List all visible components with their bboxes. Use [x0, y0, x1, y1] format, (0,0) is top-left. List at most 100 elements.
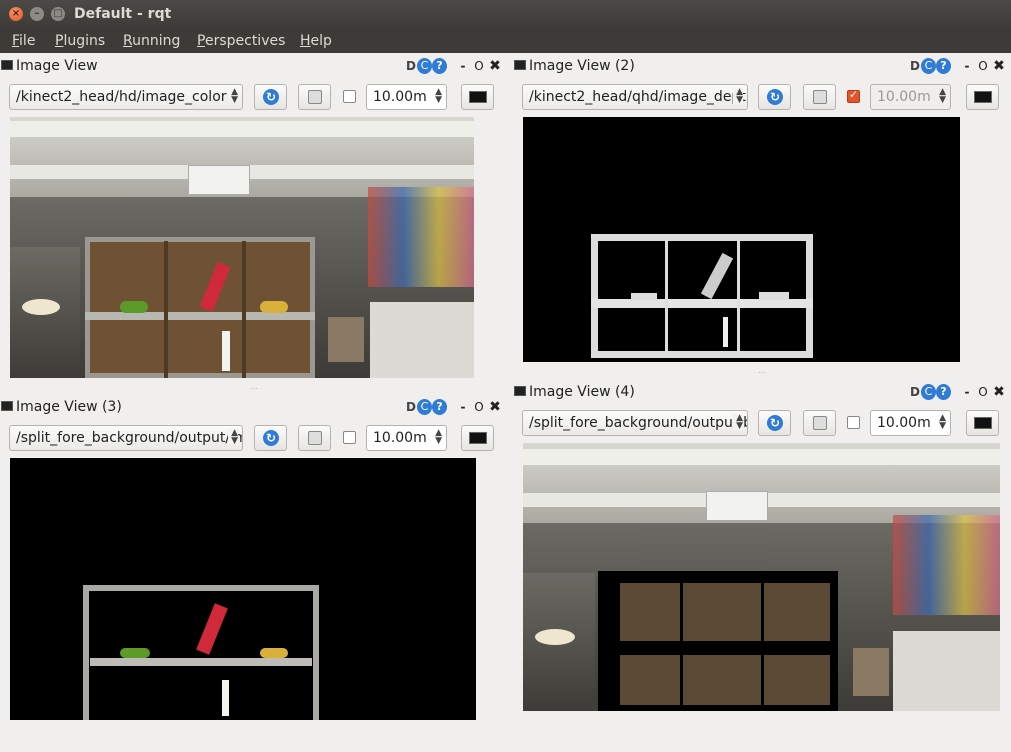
image-view-pane-4: Image View (4) D C ? - O ✖ /split_fore_b… [513, 380, 1011, 720]
topic-select[interactable]: /split_fore_background/output/image ▲▼ [9, 425, 243, 451]
menu-running[interactable]: Running [123, 33, 180, 49]
window-minimize-button[interactable]: – [30, 7, 44, 21]
shelf-divider-image [665, 241, 668, 354]
round-table-image [535, 629, 575, 645]
menu-perspectives[interactable]: Perspectives [197, 33, 285, 49]
refresh-topics-button[interactable]: ↻ [758, 84, 791, 110]
help-icon[interactable]: ? [432, 58, 447, 74]
reload-icon[interactable]: C [417, 58, 432, 74]
minimize-pane-button[interactable]: - [962, 58, 972, 74]
menu-help[interactable]: Help [300, 33, 332, 49]
menu-plugins[interactable]: Plugins [55, 33, 105, 49]
help-icon[interactable]: ? [936, 384, 951, 400]
shelf-board-image [90, 658, 312, 666]
color-scheme-button[interactable] [966, 410, 999, 436]
shelf-divider-image [164, 241, 168, 378]
save-icon [813, 90, 827, 104]
menu-file[interactable]: File [12, 33, 35, 49]
pane-window-icon [514, 60, 526, 70]
menu-perspectives-label: erspectives [204, 33, 286, 49]
menu-running-mnemonic: R [123, 33, 133, 49]
pane-header: Image View D C ? - O ✖ [0, 54, 510, 78]
refresh-icon: ↻ [767, 415, 783, 431]
color-scheme-button[interactable] [461, 84, 494, 110]
pane-title: Image View [16, 58, 98, 74]
window-close-button[interactable]: × [9, 7, 23, 21]
float-pane-button[interactable]: O [473, 399, 485, 415]
vertical-splitter-handle[interactable]: ⋯ [758, 368, 766, 377]
float-pane-button[interactable]: O [473, 58, 485, 74]
max-depth-spinbox[interactable]: 10.00m ▲ ▼ [366, 425, 447, 451]
max-depth-value: 10.00m [373, 89, 427, 105]
menu-perspectives-mnemonic: P [197, 33, 205, 49]
white-bottle-image [222, 331, 230, 371]
refresh-topics-button[interactable]: ↻ [254, 84, 287, 110]
detach-button[interactable]: D [908, 58, 922, 74]
close-pane-icon[interactable]: ✖ [992, 384, 1006, 400]
detach-button[interactable]: D [404, 399, 418, 415]
color-scheme-button[interactable] [461, 425, 494, 451]
close-pane-icon[interactable]: ✖ [992, 58, 1006, 74]
yellow-object-image [260, 301, 288, 313]
bookshelf-image [893, 515, 1000, 615]
green-object-image [120, 301, 148, 313]
color-scheme-button[interactable] [966, 84, 999, 110]
desk-image [370, 302, 474, 378]
bookshelf-image [368, 187, 474, 287]
max-depth-value: 10.00m [877, 415, 931, 431]
pane-window-icon [514, 386, 526, 396]
reload-icon[interactable]: C [921, 58, 936, 74]
refresh-topics-button[interactable]: ↻ [758, 410, 791, 436]
image-display-depth [523, 117, 960, 362]
close-pane-icon[interactable]: ✖ [488, 58, 502, 74]
combo-arrows-icon: ▲ ▼ [733, 414, 743, 431]
refresh-icon: ↻ [263, 89, 279, 105]
close-pane-icon[interactable]: ✖ [488, 399, 502, 415]
minimize-pane-button[interactable]: - [962, 384, 972, 400]
save-image-button[interactable] [298, 425, 331, 451]
save-image-button[interactable] [298, 84, 331, 110]
spin-arrows-icon: ▲ ▼ [939, 413, 946, 431]
reload-icon[interactable]: C [417, 399, 432, 415]
shelf-back-image [764, 583, 830, 641]
pane-toolbar: /kinect2_head/hd/image_color ▲ ▼ ↻ 10.00m… [0, 84, 510, 110]
max-depth-spinbox[interactable]: 10.00m ▲ ▼ [366, 84, 447, 110]
help-icon[interactable]: ? [432, 399, 447, 415]
topic-select[interactable]: /kinect2_head/qhd/image_depth_rect ▲▼ [522, 84, 748, 110]
pane-header: Image View (4) D C ? - O ✖ [513, 380, 1011, 404]
refresh-topics-button[interactable]: ↻ [254, 425, 287, 451]
detach-button[interactable]: D [404, 58, 418, 74]
colormap-icon [974, 417, 992, 429]
ceiling-beam-image [523, 449, 1000, 465]
max-depth-spinbox[interactable]: 10.00m ▲ ▼ [870, 410, 951, 436]
vertical-splitter-handle[interactable]: ⋯ [250, 384, 258, 393]
image-view-pane-3: Image View (3) D C ? - O ✖ /split_fore_b… [0, 395, 510, 725]
window-titlebar: × – □ Default - rqt [0, 0, 1011, 29]
minimize-pane-button[interactable]: - [458, 399, 468, 415]
topic-select[interactable]: /kinect2_head/hd/image_color ▲ ▼ [9, 84, 243, 110]
image-display-background [523, 443, 1000, 711]
detach-button[interactable]: D [908, 384, 922, 400]
smooth-scaling-checkbox[interactable] [343, 431, 356, 444]
minimize-pane-button[interactable]: - [458, 58, 468, 74]
float-pane-button[interactable]: O [977, 384, 989, 400]
desk-image [893, 631, 1000, 711]
shelf-back-image [620, 583, 680, 641]
smooth-scaling-checkbox[interactable] [343, 90, 356, 103]
float-pane-button[interactable]: O [977, 58, 989, 74]
window-maximize-button[interactable]: □ [51, 7, 65, 21]
topic-select[interactable]: /split_fore_background/output/background… [522, 410, 748, 436]
help-icon[interactable]: ? [936, 58, 951, 74]
pane-toolbar: /kinect2_head/qhd/image_depth_rect ▲▼ ↻ … [513, 84, 1011, 110]
combo-arrows-icon: ▲ ▼ [228, 429, 238, 446]
menu-file-label: ile [19, 33, 36, 49]
save-image-button[interactable] [803, 410, 836, 436]
reload-icon[interactable]: C [921, 384, 936, 400]
menu-file-mnemonic: F [12, 33, 20, 49]
image-view-pane-2: Image View (2) D C ? - O ✖ /kinect2_head… [513, 54, 1011, 384]
smooth-scaling-checkbox[interactable] [847, 416, 860, 429]
max-depth-spinbox[interactable]: 10.00m ▲ ▼ [870, 84, 951, 110]
save-image-button[interactable] [803, 84, 836, 110]
window-title: Default - rqt [74, 6, 172, 22]
smooth-scaling-checkbox[interactable] [847, 88, 860, 103]
